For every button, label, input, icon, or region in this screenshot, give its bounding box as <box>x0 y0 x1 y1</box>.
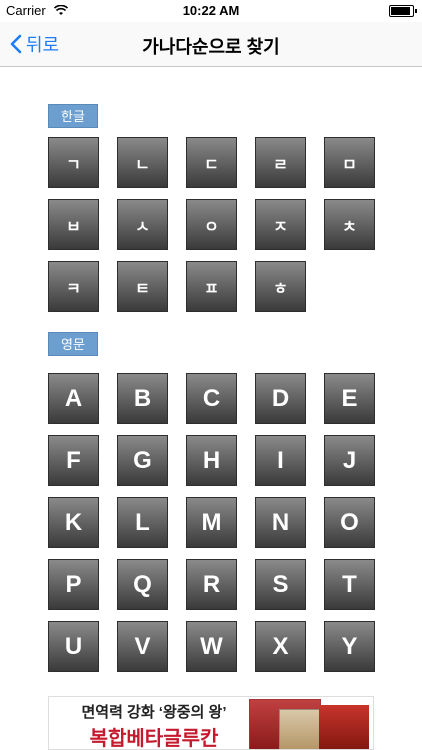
korean-letter-key[interactable]: ㅂ <box>48 199 99 250</box>
korean-letter-key[interactable]: ㅎ <box>255 261 306 312</box>
korean-letter-key[interactable]: ㅋ <box>48 261 99 312</box>
english-letter-key[interactable]: Q <box>117 559 168 610</box>
english-letter-key[interactable]: A <box>48 373 99 424</box>
korean-letter-key[interactable]: ㄴ <box>117 137 168 188</box>
english-letter-key[interactable]: H <box>186 435 237 486</box>
english-letter-key[interactable]: U <box>48 621 99 672</box>
status-time: 10:22 AM <box>182 3 240 18</box>
status-bar: Carrier 10:22 AM <box>0 0 422 22</box>
english-letter-key[interactable]: B <box>117 373 168 424</box>
ad-banner[interactable]: 면역력 강화 ‘왕중의 왕’ 복합베타글루칸 <box>48 696 374 750</box>
korean-letter-key[interactable]: ㅅ <box>117 199 168 250</box>
korean-key-grid: ㄱㄴㄷㄹㅁㅂㅅㅇㅈㅊㅋㅌㅍㅎ <box>48 137 375 312</box>
battery-level <box>391 7 410 15</box>
english-letter-key[interactable]: Y <box>324 621 375 672</box>
navigation-bar: 뒤로 가나다순으로 찾기 <box>0 22 422 67</box>
english-letter-key[interactable]: N <box>255 497 306 548</box>
english-letter-key[interactable]: V <box>117 621 168 672</box>
english-letter-key[interactable]: E <box>324 373 375 424</box>
korean-letter-key[interactable]: ㄹ <box>255 137 306 188</box>
korean-letter-key[interactable]: ㄷ <box>186 137 237 188</box>
english-letter-key[interactable]: J <box>324 435 375 486</box>
english-letter-key[interactable]: O <box>324 497 375 548</box>
ad-product-package-image <box>319 705 369 749</box>
english-letter-key[interactable]: C <box>186 373 237 424</box>
korean-letter-key[interactable]: ㅁ <box>324 137 375 188</box>
english-letter-key[interactable]: X <box>255 621 306 672</box>
english-letter-key[interactable]: R <box>186 559 237 610</box>
english-letter-key[interactable]: S <box>255 559 306 610</box>
english-letter-key[interactable]: W <box>186 621 237 672</box>
english-letter-key[interactable]: D <box>255 373 306 424</box>
korean-letter-key[interactable]: ㄱ <box>48 137 99 188</box>
ad-headline: 면역력 강화 ‘왕중의 왕’ <box>81 704 227 721</box>
english-letter-key[interactable]: L <box>117 497 168 548</box>
english-letter-key[interactable]: F <box>48 435 99 486</box>
english-letter-key[interactable]: K <box>48 497 99 548</box>
page-title: 가나다순으로 찾기 <box>142 37 280 57</box>
english-key-grid: ABCDE FGHIJ KLMNO PQRST UVWXY <box>48 373 375 672</box>
korean-letter-key[interactable]: ㅇ <box>186 199 237 250</box>
english-letter-key[interactable]: G <box>117 435 168 486</box>
english-letter-key[interactable]: P <box>48 559 99 610</box>
korean-letter-key[interactable]: ㅈ <box>255 199 306 250</box>
korean-letter-key[interactable]: ㅌ <box>117 261 168 312</box>
korean-letter-key[interactable]: ㅍ <box>186 261 237 312</box>
english-letter-key[interactable]: M <box>186 497 237 548</box>
battery-icon <box>389 5 417 17</box>
section-label-english: 영문 <box>48 332 98 356</box>
english-letter-key[interactable]: T <box>324 559 375 610</box>
english-letter-key[interactable]: I <box>255 435 306 486</box>
section-label-korean: 한글 <box>48 104 98 128</box>
ad-product-name: 복합베타글루칸 <box>89 728 219 750</box>
korean-letter-key[interactable]: ㅊ <box>324 199 375 250</box>
